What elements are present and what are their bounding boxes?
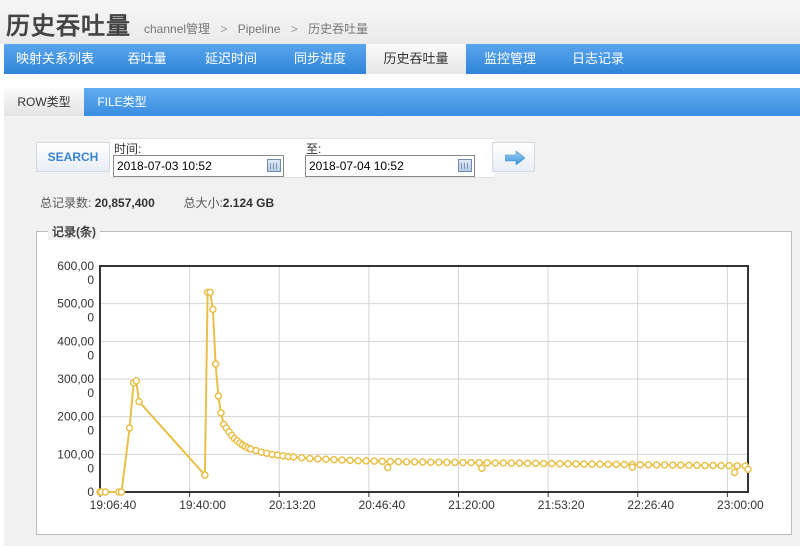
time-range-box: 时间: 2018-07-03 10:52 至: 2018-07-04 10:52 bbox=[110, 138, 494, 178]
breadcrumb-item-current: 历史吞吐量 bbox=[308, 22, 369, 36]
breadcrumb-separator: > bbox=[220, 22, 228, 36]
tab-throughput[interactable]: 吞吐量 bbox=[106, 44, 188, 74]
tab-history-throughput[interactable]: 历史吞吐量 bbox=[366, 44, 466, 74]
tab-log-records[interactable]: 日志记录 bbox=[554, 44, 642, 74]
calendar-icon[interactable] bbox=[458, 159, 472, 172]
search-button[interactable]: SEARCH bbox=[36, 142, 110, 172]
arrow-right-icon bbox=[505, 151, 525, 165]
tab-delay-time[interactable]: 延迟时间 bbox=[188, 44, 274, 74]
total-records-label: 总记录数: bbox=[40, 196, 92, 210]
breadcrumb: channel管理 > Pipeline > 历史吞吐量 bbox=[144, 20, 368, 37]
tab-mapping-list[interactable]: 映射关系列表 bbox=[4, 44, 106, 74]
main-nav: 映射关系列表 吞吐量 延迟时间 同步进度 历史吞吐量 监控管理 日志记录 bbox=[4, 44, 800, 74]
go-button[interactable] bbox=[492, 142, 535, 172]
breadcrumb-item-pipeline[interactable]: Pipeline bbox=[238, 22, 281, 36]
total-records-value: 20,857,400 bbox=[94, 196, 155, 210]
tab-monitor-management[interactable]: 监控管理 bbox=[466, 44, 554, 74]
calendar-icon[interactable] bbox=[267, 159, 281, 172]
to-date-field[interactable]: 2018-07-04 10:52 bbox=[305, 155, 475, 177]
tab-row-type[interactable]: ROW类型 bbox=[4, 88, 84, 116]
total-size-value: 2.124 GB bbox=[222, 196, 275, 210]
from-date-field[interactable]: 2018-07-03 10:52 bbox=[113, 155, 284, 177]
total-size-label: 总大小: bbox=[183, 196, 223, 210]
tab-file-type[interactable]: FILE类型 bbox=[84, 88, 160, 116]
breadcrumb-separator: > bbox=[290, 22, 298, 36]
breadcrumb-item-channel[interactable]: channel管理 bbox=[144, 22, 210, 36]
chart-panel bbox=[36, 231, 792, 535]
page-header: 历史吞吐量 channel管理 > Pipeline > 历史吞吐量 bbox=[0, 0, 800, 44]
page-title: 历史吞吐量 bbox=[6, 13, 131, 40]
tab-sync-progress[interactable]: 同步进度 bbox=[274, 44, 366, 74]
sub-nav: ROW类型 FILE类型 bbox=[4, 88, 800, 116]
stats-summary: 总记录数: 20,857,400 总大小:2.124 GB bbox=[40, 194, 274, 211]
chart-panel-legend: 记录(条) bbox=[48, 223, 100, 240]
